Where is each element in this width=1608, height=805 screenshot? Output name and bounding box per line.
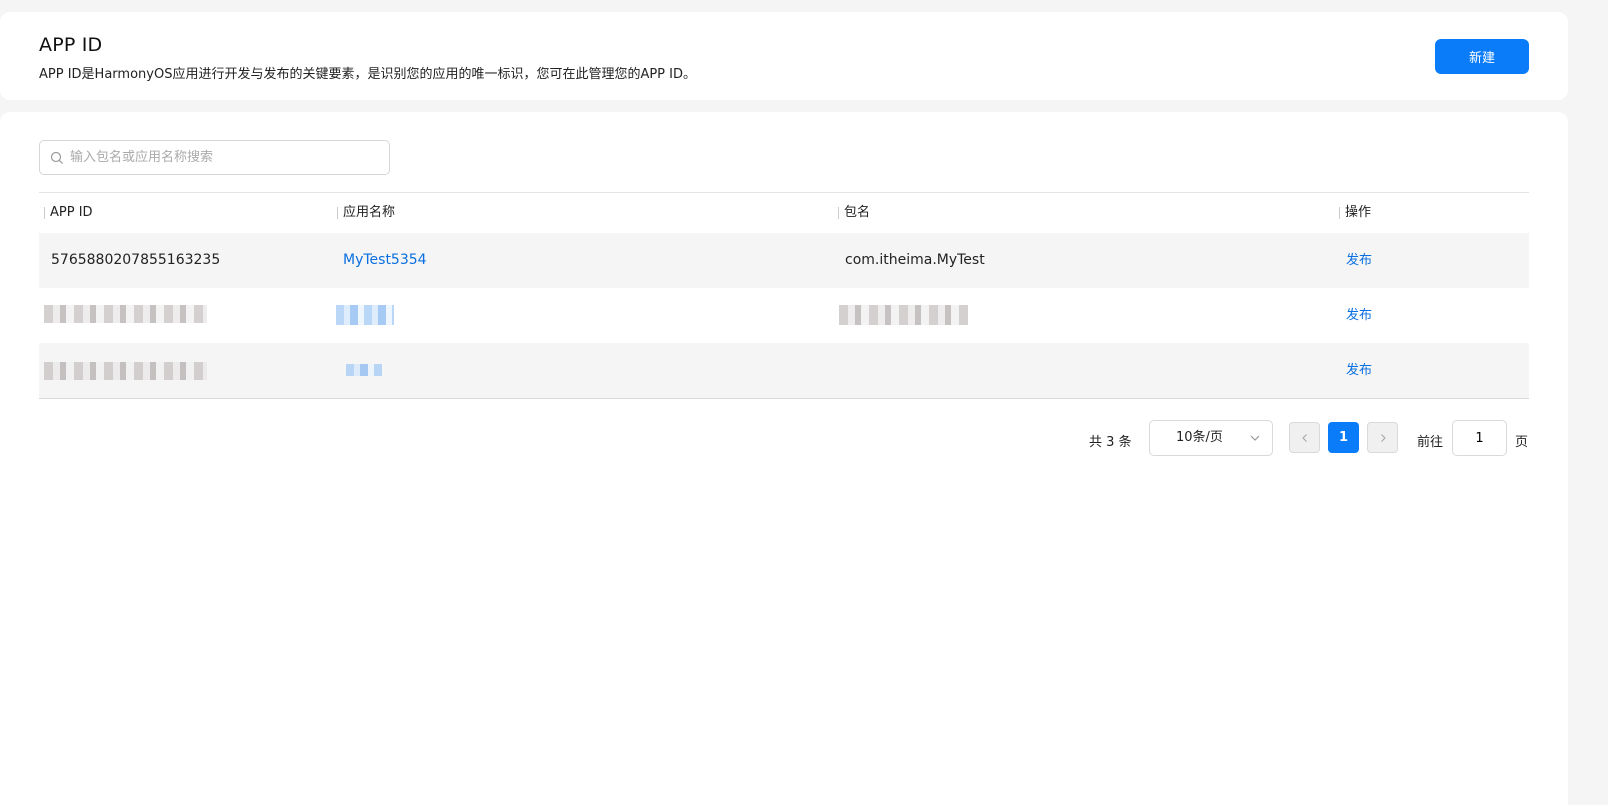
redacted-package [839,305,968,325]
column-header-action: 操作 [1339,193,1371,233]
publish-link[interactable]: 发布 [1346,233,1372,288]
table-row: 发布 [39,343,1529,398]
page-size-value: 10条/页 [1176,430,1223,445]
cell-app-name-link[interactable]: MyTest5354 [343,233,427,288]
column-header-app-id: APP ID [44,193,93,233]
cell-app-id: 5765880207855163235 [51,252,221,268]
page-size-select[interactable]: 10条/页 [1149,420,1273,456]
page-title: APP ID [39,34,103,56]
table-row: 5765880207855163235 MyTest5354 com.ithei… [39,233,1529,288]
app-id-table: APP ID 应用名称 包名 操作 5765880207855163235 My… [39,192,1529,399]
page-number-button[interactable]: 1 [1328,422,1359,453]
goto-page-input[interactable] [1452,420,1507,456]
prev-page-button[interactable] [1289,422,1320,453]
table-bottom-divider [39,398,1529,399]
redacted-app-id [44,362,207,380]
search-input[interactable] [70,141,385,174]
total-count: 共 3 条 [1089,435,1132,450]
redacted-app-name [346,364,382,376]
redacted-app-name [336,305,394,325]
redacted-app-id [44,305,207,323]
publish-link[interactable]: 发布 [1346,288,1372,343]
table-header: APP ID 应用名称 包名 操作 [39,193,1529,233]
goto-label: 前往 [1417,435,1444,450]
cell-package: com.itheima.MyTest [845,252,985,268]
search-box[interactable] [39,140,390,175]
publish-link[interactable]: 发布 [1346,343,1372,398]
chevron-left-icon [1301,434,1307,442]
page-suffix: 页 [1515,435,1529,450]
table-row: 发布 [39,288,1529,343]
chevron-right-icon [1380,434,1386,442]
next-page-button[interactable] [1367,422,1398,453]
column-header-app-name: 应用名称 [337,193,395,233]
search-icon [50,151,63,164]
app-id-list-panel: APP ID 应用名称 包名 操作 5765880207855163235 My… [0,112,1568,805]
page-description: APP ID是HarmonyOS应用进行开发与发布的关键要素，是识别您的应用的唯… [39,67,696,82]
column-header-package: 包名 [838,193,870,233]
page-header: APP ID APP ID是HarmonyOS应用进行开发与发布的关键要素，是识… [0,12,1568,100]
chevron-down-icon [1250,435,1260,441]
create-button[interactable]: 新建 [1435,39,1529,74]
